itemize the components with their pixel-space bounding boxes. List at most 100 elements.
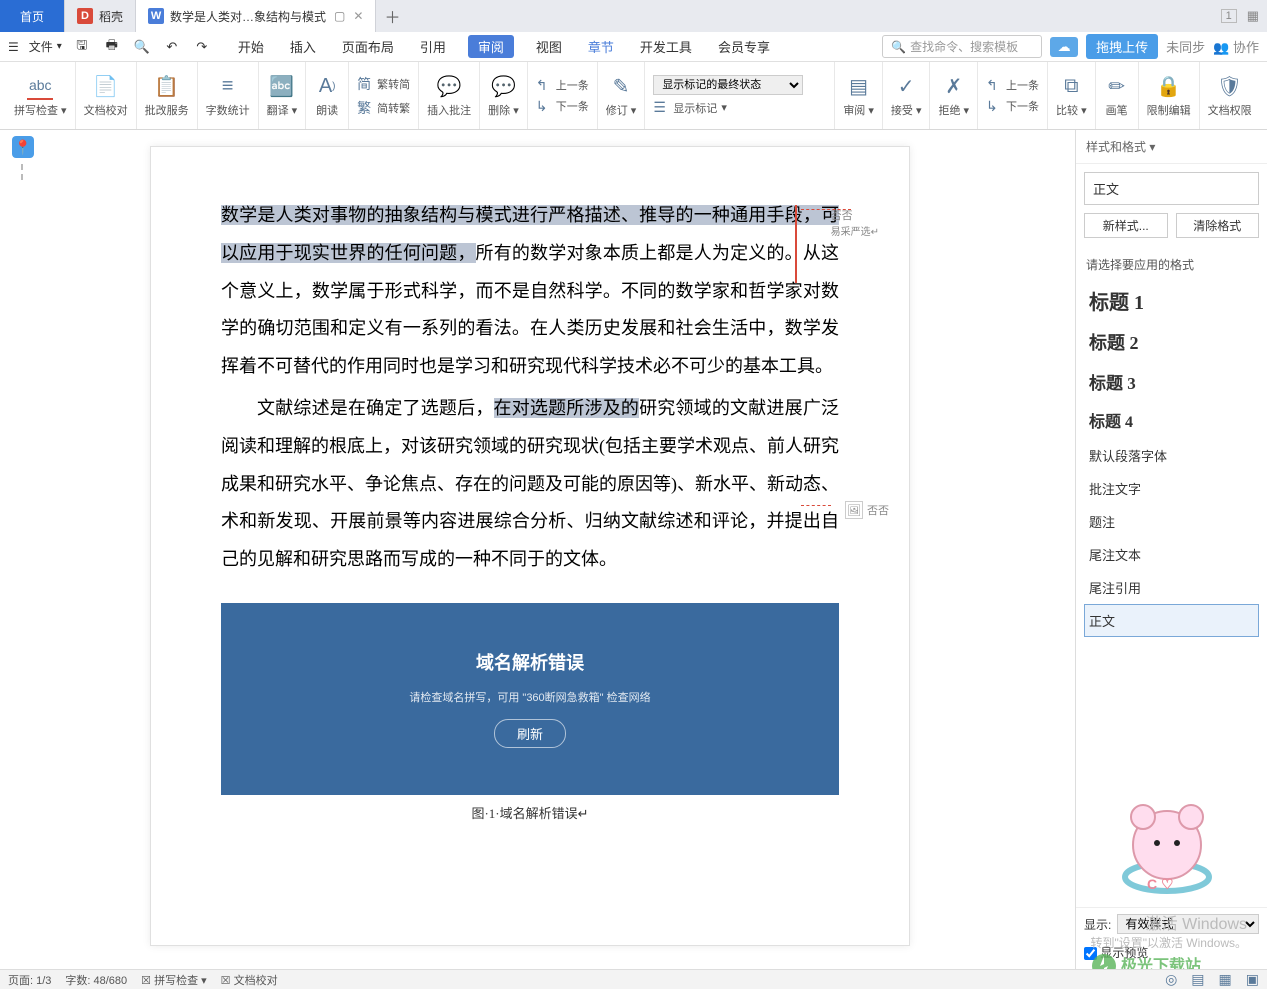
comment-balloon-2[interactable]: 🖼 否否 — [845, 501, 889, 519]
menu-view[interactable]: 视图 — [532, 35, 566, 58]
style-comment-text[interactable]: 批注文字 — [1084, 472, 1259, 505]
menu-start[interactable]: 开始 — [234, 35, 268, 58]
menu-ref[interactable]: 引用 — [416, 35, 450, 58]
approve-icon: 📋 — [154, 74, 180, 100]
style-heading2[interactable]: 标题 2 — [1084, 322, 1259, 362]
lock-icon: 🔒 — [1156, 74, 1182, 100]
tab-close-icon[interactable]: ✕ — [353, 9, 363, 23]
ribbon-prev-comment[interactable]: ↰上一条 — [536, 77, 589, 94]
convert-icon: 简 — [357, 74, 373, 94]
menu-dev[interactable]: 开发工具 — [636, 35, 696, 58]
ribbon-accept[interactable]: ✓ 接受 ▾ — [883, 62, 931, 129]
reject-icon: ✗ — [941, 74, 967, 100]
paragraph-1[interactable]: 数学是人类对事物的抽象结构与模式进行严格描述、推导的一种通用手段，可以应用于现实… — [221, 197, 839, 386]
style-endnote-ref[interactable]: 尾注引用 — [1084, 571, 1259, 604]
ribbon-simp-to-trad[interactable]: 繁简转繁 — [357, 98, 410, 118]
ribbon-review-pane[interactable]: ▤ 审阅 ▾ — [835, 62, 883, 129]
print-icon[interactable]: 🖶 — [102, 37, 122, 57]
embedded-object[interactable]: 域名解析错误 请检查域名拼写，可用 "360断网急救箱" 检查网络 刷新 — [221, 603, 839, 795]
collab-icon[interactable]: 👥 协作 — [1213, 37, 1259, 56]
ribbon-proof[interactable]: 📄 文档校对 — [76, 62, 137, 129]
ribbon-delete-comment[interactable]: 💬 删除 ▾ — [480, 62, 528, 129]
new-style-button[interactable]: 新样式... — [1084, 213, 1168, 238]
ribbon-revise[interactable]: ✎ 修订 ▾ — [598, 62, 646, 129]
status-spellcheck[interactable]: ☒ 拼写检查 ▾ — [141, 972, 207, 988]
rnext-icon: ↳ — [986, 98, 1002, 115]
file-menu[interactable]: 文件 ▾ — [29, 38, 62, 55]
style-endnote-text[interactable]: 尾注文本 — [1084, 538, 1259, 571]
save-icon[interactable]: 🖫 — [72, 37, 92, 57]
watermark-line1: 激活 Windows — [1090, 910, 1247, 934]
layout2-icon[interactable]: ▦ — [1219, 971, 1232, 988]
style-heading1[interactable]: 标题 1 — [1084, 279, 1259, 322]
ribbon-reject[interactable]: ✗ 拒绝 ▾ — [930, 62, 978, 129]
preview-icon[interactable]: 🔍 — [132, 37, 152, 57]
status-doccheck[interactable]: ☒ 文档校对 — [221, 972, 278, 988]
comment-balloon-1[interactable]: 否否 易采严选↵ — [831, 207, 879, 238]
embed-subtitle: 请检查域名拼写，可用 "360断网急救箱" 检查网络 — [409, 689, 650, 705]
choose-label: 请选择要应用的格式 — [1076, 246, 1267, 279]
markup-state-select[interactable]: 显示标记的最终状态 — [653, 75, 803, 95]
ribbon-approve[interactable]: 📋 批改服务 — [137, 62, 198, 129]
refresh-button[interactable]: 刷新 — [494, 719, 566, 748]
embed-title: 域名解析错误 — [476, 649, 584, 675]
convert-icon2: 繁 — [357, 98, 373, 118]
cloud-icon[interactable]: ☁ — [1050, 37, 1078, 57]
ribbon-permission[interactable]: 🛡 文档权限 — [1200, 62, 1260, 129]
titlebar: 首页 D 稻壳 W 数学是人类对…象结构与模式 ▢ ✕ ＋ 1 ▦ — [0, 0, 1267, 32]
shell-icon: D — [77, 8, 93, 24]
style-heading3[interactable]: 标题 3 — [1084, 362, 1259, 401]
layout3-icon[interactable]: ▣ — [1246, 971, 1259, 988]
layout1-icon[interactable]: ▤ — [1191, 971, 1204, 988]
figure-caption: 图·1·域名解析错误↵ — [221, 803, 839, 822]
grid-icon[interactable]: ▦ — [1247, 8, 1259, 24]
pin-icon[interactable]: 📍 — [12, 136, 34, 158]
ribbon-trad-to-simp[interactable]: 简繁转简 — [357, 74, 410, 94]
document-area[interactable]: 📍 否否 易采严选↵ 数学是人类对事物的抽象结构与模式进行严格描述、推导的一种通… — [0, 130, 1075, 969]
para2a: 文献综述是在确定了选题后， — [257, 398, 494, 418]
style-body[interactable]: 正文 — [1084, 604, 1259, 637]
status-words[interactable]: 字数: 48/680 — [65, 972, 127, 988]
ribbon-show-markup[interactable]: ☰显示标记 ▾ — [653, 99, 826, 116]
ribbon-rev-prev[interactable]: ↰上一条 — [986, 77, 1039, 94]
current-style[interactable]: 正文 — [1084, 172, 1259, 205]
search-input[interactable]: 🔍 查找命令、搜索模板 — [882, 35, 1042, 58]
style-heading4[interactable]: 标题 4 — [1084, 401, 1259, 439]
menu-review[interactable]: 审阅 — [468, 35, 514, 58]
undo-icon[interactable]: ↶ — [162, 37, 182, 57]
revise-icon: ✎ — [608, 74, 634, 100]
redo-icon[interactable]: ↷ — [192, 37, 212, 57]
style-caption[interactable]: 题注 — [1084, 505, 1259, 538]
clear-format-button[interactable]: 清除格式 — [1176, 213, 1260, 238]
hamburger-icon[interactable]: ☰ — [8, 40, 19, 54]
menu-chapter[interactable]: 章节 — [584, 35, 618, 58]
tab-home[interactable]: 首页 — [0, 0, 65, 32]
tab-shell[interactable]: D 稻壳 — [65, 0, 136, 32]
rprev-icon: ↰ — [986, 77, 1002, 94]
style-default-font[interactable]: 默认段落字体 — [1084, 439, 1259, 472]
menubar: ☰ 文件 ▾ 🖫 🖶 🔍 ↶ ↷ 开始 插入 页面布局 引用 审阅 视图 章节 … — [0, 32, 1267, 62]
menu-vip[interactable]: 会员专享 — [714, 35, 774, 58]
status-page[interactable]: 页面: 1/3 — [8, 972, 51, 988]
ribbon-next-comment[interactable]: ↳下一条 — [536, 98, 589, 115]
paragraph-2[interactable]: 文献综述是在确定了选题后，在对选题所涉及的研究领域的文献进展广泛阅读和理解的根底… — [221, 390, 839, 579]
menu-layout[interactable]: 页面布局 — [338, 35, 398, 58]
ribbon-limit-edit[interactable]: 🔒 限制编辑 — [1139, 62, 1200, 129]
ribbon-spellcheck[interactable]: abc 拼写检查 ▾ — [6, 62, 76, 129]
view-mode-icon[interactable]: ◎ — [1165, 971, 1177, 988]
ribbon-wordcount[interactable]: ≡ 字数统计 — [198, 62, 259, 129]
ribbon-read[interactable]: A) 朗读 — [306, 62, 349, 129]
ribbon-rev-next[interactable]: ↳下一条 — [986, 98, 1039, 115]
menu-insert[interactable]: 插入 — [286, 35, 320, 58]
ribbon-brush[interactable]: ✏ 画笔 — [1096, 62, 1139, 129]
doc-check-icon: 📄 — [93, 74, 119, 100]
ribbon-insert-comment[interactable]: 💬 插入批注 — [419, 62, 480, 129]
tab-document[interactable]: W 数学是人类对…象结构与模式 ▢ ✕ — [136, 0, 376, 32]
next-icon: ↳ — [536, 98, 552, 115]
new-tab-button[interactable]: ＋ — [376, 0, 408, 32]
ribbon-translate[interactable]: 🔤 翻译 ▾ — [259, 62, 307, 129]
translate-icon: 🔤 — [269, 74, 295, 100]
ribbon-compare[interactable]: ⧉ 比较 ▾ — [1048, 62, 1096, 129]
cloud-upload-button[interactable]: 拖拽上传 — [1086, 34, 1158, 59]
read-icon: A) — [314, 74, 340, 100]
